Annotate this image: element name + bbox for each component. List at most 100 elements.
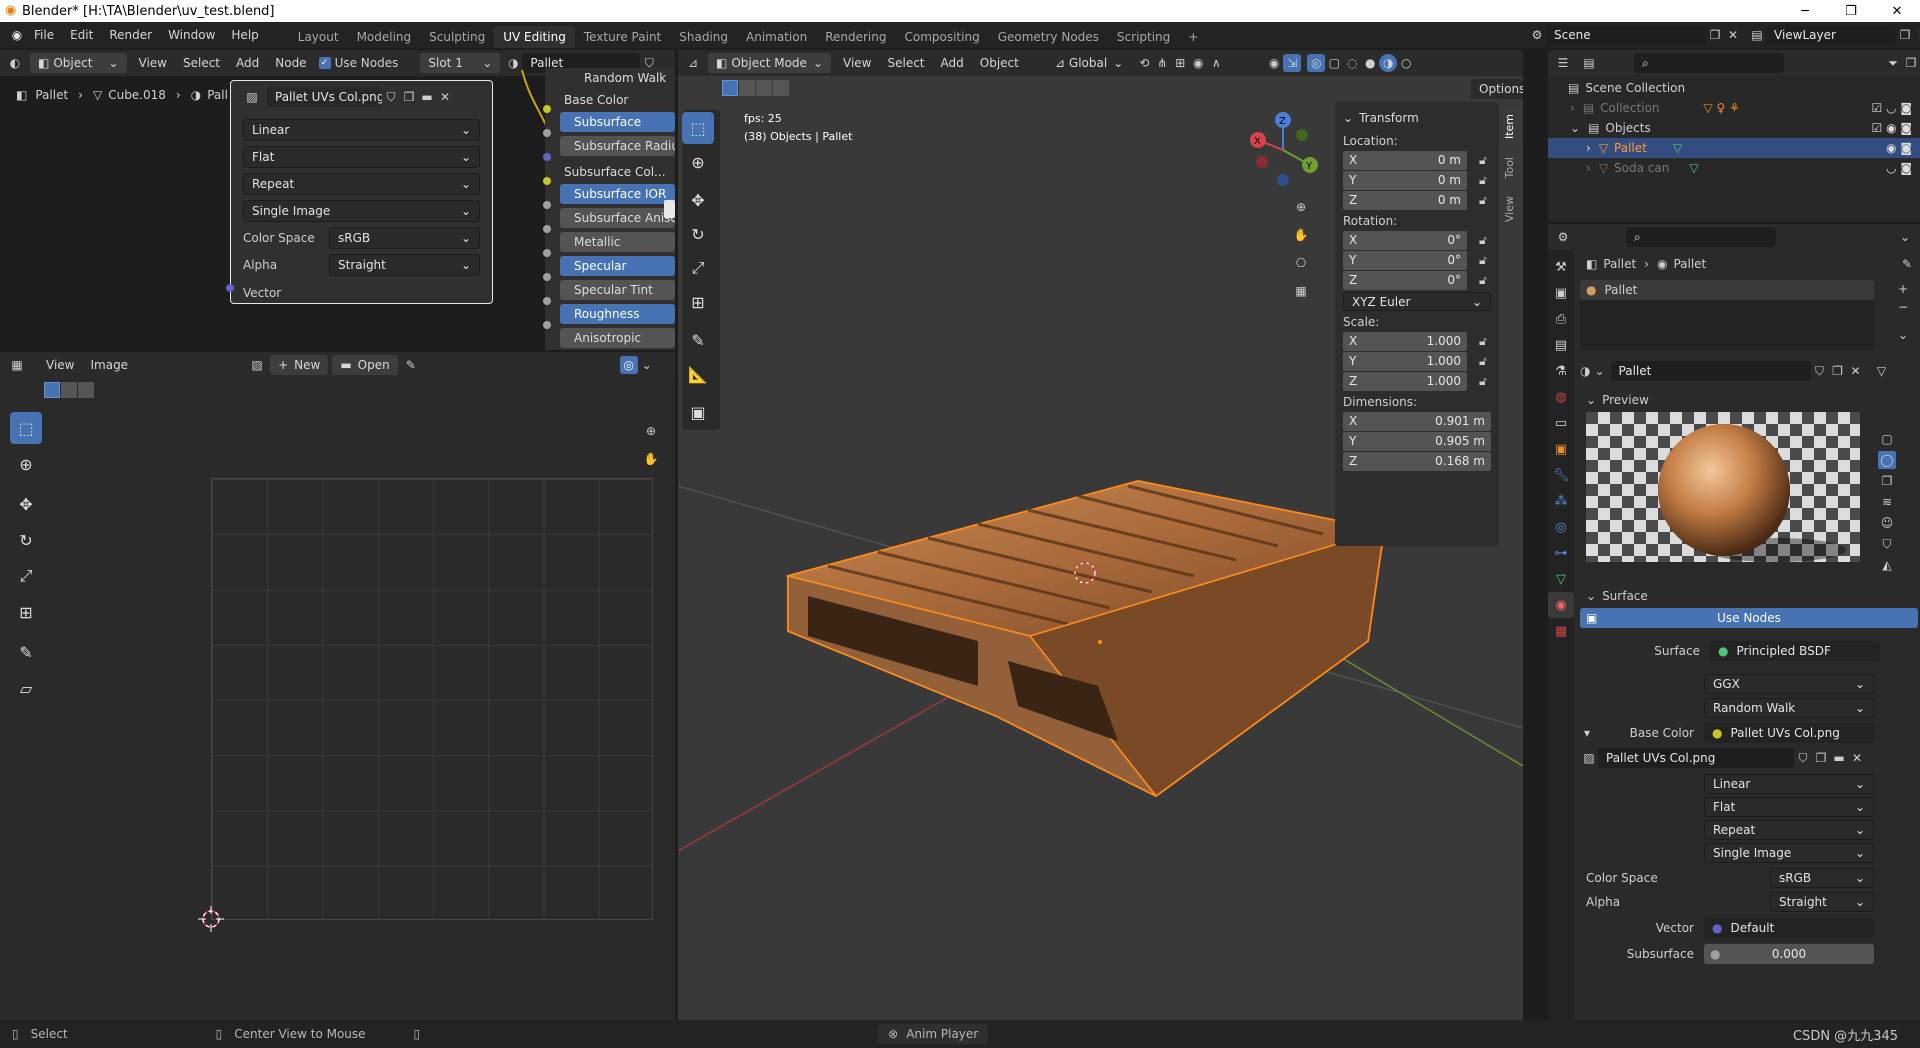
orientation-dropdown[interactable]: ⊿ Global ⌄ — [1047, 53, 1131, 73]
world-tab-icon[interactable]: ◍ — [1548, 384, 1574, 410]
vector-socket[interactable] — [226, 284, 234, 292]
lock-icon[interactable]: 🔓︎ — [1479, 374, 1487, 389]
scene-tab-icon[interactable]: ⚗ — [1548, 358, 1574, 384]
close-button[interactable]: ✕ — [1874, 0, 1920, 22]
principled-bsdf-node[interactable]: Random Walk Base Color Subsurface Subsur… — [545, 68, 675, 350]
select-box-tool-icon[interactable]: ⬚ — [10, 412, 42, 444]
new-collection-icon[interactable]: ❐ — [1902, 54, 1920, 72]
select-new-icon[interactable] — [44, 382, 60, 398]
menu-file[interactable]: File — [26, 28, 62, 42]
node-interp-dropdown[interactable]: Linear ⌄ — [243, 119, 480, 141]
surface-section-header[interactable]: ⌄ Surface — [1580, 584, 1918, 608]
move-tool-icon[interactable]: ✥ — [10, 488, 42, 520]
filter-icon[interactable]: ⏷ — [1884, 54, 1902, 72]
tab-tool[interactable]: Tool — [1503, 151, 1521, 184]
bsdf-specular[interactable]: Specular — [560, 256, 675, 276]
bsdf-subsurface-color[interactable]: Subsurface Col... — [560, 160, 675, 184]
subsurface-method-dropdown[interactable]: Random Walk ⌄ — [1704, 698, 1874, 718]
node-menu-node[interactable]: Node — [267, 56, 314, 70]
navigation-gizmo[interactable]: Z Y X — [1238, 110, 1328, 200]
properties-search[interactable]: ⌕ — [1626, 227, 1776, 247]
source-dropdown[interactable]: Single Image ⌄ — [1704, 843, 1874, 863]
minimize-button[interactable]: ─ — [1782, 0, 1828, 22]
lock-icon[interactable]: 🔓︎ — [1479, 193, 1487, 208]
preview-flat-icon[interactable]: ▢ — [1878, 430, 1896, 448]
editor-type-icon[interactable]: ⊿ — [684, 54, 702, 72]
unlink-icon[interactable]: ✕ — [436, 88, 454, 106]
scale-x-field[interactable]: X 1.000 — [1343, 331, 1467, 351]
xray-icon[interactable]: ▢ — [1325, 54, 1343, 72]
rotation-z-field[interactable]: Z 0° — [1343, 270, 1467, 290]
color-space-dropdown[interactable]: sRGB ⌄ — [1770, 868, 1874, 888]
zoom-icon[interactable]: ⊕ — [642, 422, 660, 440]
metallic-socket[interactable] — [543, 249, 551, 257]
use-nodes-toggle[interactable]: ✓ Use Nodes — [318, 56, 398, 70]
tab-scripting[interactable]: Scripting — [1108, 26, 1179, 48]
tab-modeling[interactable]: Modeling — [348, 26, 421, 48]
node-menu-view[interactable]: View — [131, 56, 175, 70]
overlay-icon[interactable]: ◎ — [1307, 54, 1326, 72]
remove-slot-icon[interactable]: − — [1898, 300, 1908, 314]
object-tab-icon[interactable]: ▣ — [1548, 436, 1574, 462]
unlink-icon[interactable]: ✕ — [1847, 362, 1865, 380]
select-subtract-icon[interactable] — [78, 382, 94, 398]
tab-view[interactable]: View — [1503, 190, 1521, 228]
viewport-menu-view[interactable]: View — [835, 56, 879, 70]
falloff-icon[interactable]: ∧ — [1207, 54, 1225, 72]
node-tree-icon[interactable]: ▽ — [1873, 362, 1891, 380]
bsdf-metallic[interactable]: Metallic — [560, 232, 675, 252]
new-image-button[interactable]: + New — [270, 355, 329, 375]
specular-tint-socket[interactable] — [543, 297, 551, 305]
tab-animation[interactable]: Animation — [737, 26, 816, 48]
open-image-button[interactable]: ▬ Open — [332, 355, 398, 375]
alpha-dropdown[interactable]: Straight ⌄ — [1770, 892, 1874, 912]
outliner-search[interactable]: ⌕ — [1634, 53, 1784, 73]
scene-field[interactable]: Scene — [1546, 25, 1706, 45]
lock-icon[interactable]: 🔓︎ — [1479, 173, 1487, 188]
bsdf-subsurface-radius[interactable]: Subsurface Radius — [560, 136, 675, 156]
solid-shading-icon[interactable]: ● — [1361, 54, 1379, 72]
location-x-field[interactable]: X0 m — [1343, 150, 1467, 170]
wireframe-shading-icon[interactable]: ◌ — [1343, 54, 1361, 72]
blender-menu-icon[interactable]: ◉ — [8, 26, 26, 44]
specular-socket[interactable] — [543, 273, 551, 281]
pivot-icon[interactable]: ⟲ — [1135, 54, 1153, 72]
outliner-row-soda-can[interactable]: › ▽ Soda can ▽ ◡ ◙ — [1548, 158, 1920, 178]
3d-viewport[interactable]: ⊿ ◧ Object Mode ⌄ View Select Add Object ⊿… — [678, 50, 1523, 1020]
transform-tool-icon[interactable]: ⊞ — [10, 596, 42, 628]
bsdf-base-color[interactable]: Base Color — [560, 88, 675, 112]
node-projection-dropdown[interactable]: Flat ⌄ — [243, 146, 480, 168]
node-color-space-dropdown[interactable]: sRGB ⌄ — [329, 227, 480, 249]
material-shading-icon[interactable]: ◑ — [1379, 54, 1398, 72]
viewport-menu-add[interactable]: Add — [933, 56, 972, 70]
visibility-toggle-icons[interactable]: ☑ ◡ ◙ — [1872, 101, 1913, 115]
camera-icon[interactable]: ⎔ — [1292, 254, 1310, 272]
subsurface-color-socket[interactable] — [543, 177, 551, 185]
rotate-tool-icon[interactable]: ↻ — [10, 524, 42, 556]
dimensions-y-field[interactable]: Y 0.905 m — [1343, 431, 1491, 451]
extension-dropdown[interactable]: Repeat ⌄ — [1704, 820, 1874, 840]
lock-icon[interactable]: 🔓︎ — [1479, 334, 1487, 349]
rendered-shading-icon[interactable]: ○ — [1397, 54, 1415, 72]
distribution-dropdown[interactable]: GGX ⌄ — [1704, 674, 1874, 694]
sample-tool-icon[interactable]: ▱ — [10, 672, 42, 704]
transform-header[interactable]: ⌄ Transform — [1343, 108, 1491, 128]
subsurface-ior-socket[interactable] — [543, 201, 551, 209]
new-view-layer-icon[interactable]: ❐ — [1896, 26, 1914, 44]
tab-item[interactable]: Item — [1503, 108, 1521, 146]
tab-sculpting[interactable]: Sculpting — [420, 26, 494, 48]
vector-field[interactable]: ● Default — [1704, 918, 1874, 938]
node-image-field[interactable]: Pallet UVs Col.png — [267, 87, 382, 107]
collection-tab-icon[interactable]: ▭ — [1548, 410, 1574, 436]
preview-fluid-icon[interactable]: ◭ — [1878, 556, 1896, 574]
proportional-icon[interactable]: ◉ — [1189, 54, 1207, 72]
new-scene-icon[interactable]: ❐ — [1706, 26, 1724, 44]
node-alpha-dropdown[interactable]: Straight ⌄ — [329, 254, 480, 276]
visibility-icon[interactable]: ◉ — [1265, 54, 1283, 72]
editor-type-icon[interactable]: ▦ — [8, 356, 26, 374]
editor-type-icon[interactable]: ⚙ — [1554, 228, 1572, 246]
bsdf-subsurface-aniso[interactable]: Subsurface Anisot — [560, 208, 675, 228]
menu-edit[interactable]: Edit — [62, 28, 101, 42]
material-tab-icon[interactable]: ◉ — [1548, 592, 1574, 618]
image-menu-image[interactable]: Image — [82, 358, 136, 372]
